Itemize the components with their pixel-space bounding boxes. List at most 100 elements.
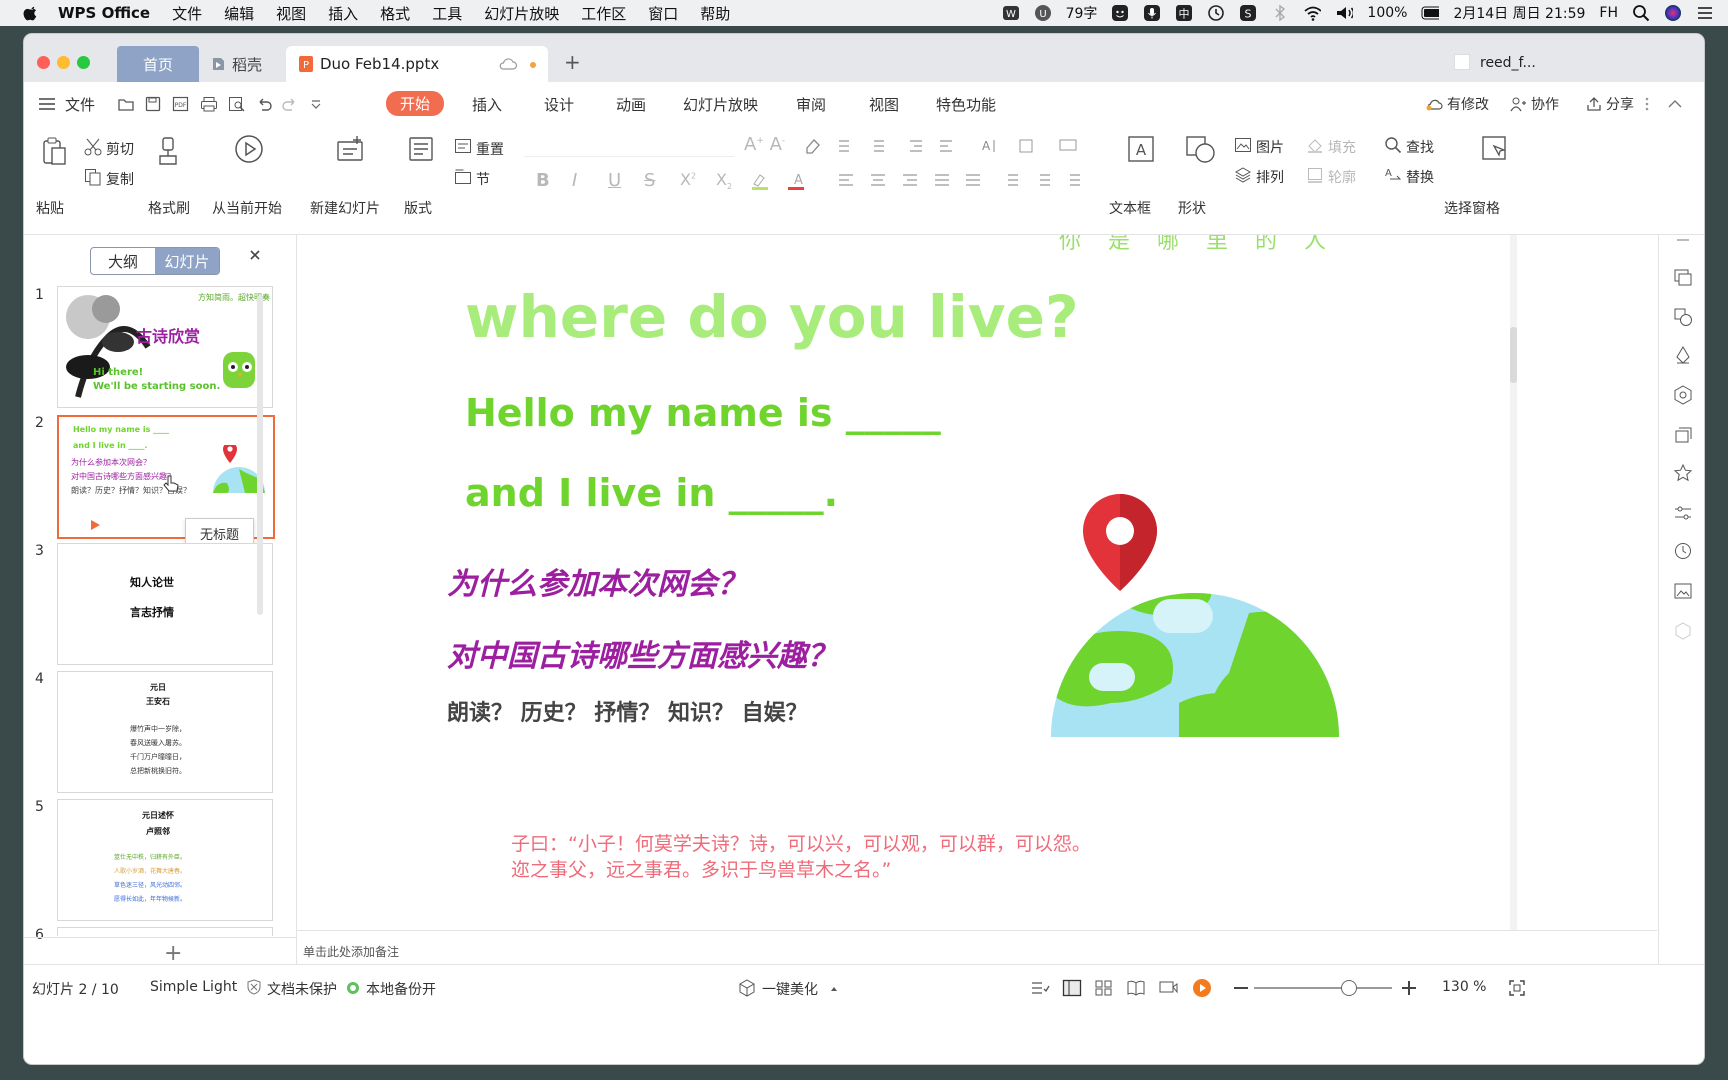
menu-workspace[interactable]: 工作区 (581, 3, 626, 24)
globe-map-pin-image[interactable] (1049, 493, 1341, 743)
slide-line-name[interactable]: Hello my name is _____ (465, 391, 941, 435)
selection-pane-button[interactable]: 选择窗格 (1444, 198, 1500, 218)
reset-icon[interactable] (454, 138, 472, 154)
presenter-view-icon[interactable] (1158, 979, 1178, 997)
app-menu-wps[interactable]: WPS Office (58, 4, 150, 22)
user-initials[interactable]: FH (1599, 5, 1618, 21)
tab-animation[interactable]: 动画 (616, 94, 646, 115)
selection-pane-icon[interactable] (1480, 134, 1510, 164)
slide-switch-icon[interactable] (1673, 267, 1693, 287)
tab-review[interactable]: 审阅 (796, 94, 826, 115)
list-controls-icon[interactable] (836, 138, 976, 156)
fit-window-icon[interactable] (1508, 979, 1526, 997)
reading-view-icon[interactable] (1126, 979, 1146, 997)
clear-format-icon[interactable] (804, 136, 822, 154)
zoom-window-button[interactable] (77, 56, 90, 69)
theme-name[interactable]: Simple Light (150, 979, 237, 995)
menu-format[interactable]: 格式 (380, 3, 410, 24)
arrange-icon[interactable] (1234, 166, 1252, 184)
section-button[interactable]: 节 (476, 169, 490, 189)
bluetooth-icon[interactable] (1271, 4, 1289, 22)
new-tab-button[interactable]: + (564, 50, 581, 74)
slides-view-tab[interactable]: 幻灯片 (155, 248, 219, 274)
superscript-icon[interactable]: X2 (680, 170, 696, 189)
format-painter-button[interactable]: 格式刷 (148, 198, 190, 218)
tab-start[interactable]: 开始 (386, 91, 445, 116)
text-box-icon[interactable]: A (1126, 134, 1156, 164)
font-name-dropdown[interactable] (524, 136, 734, 157)
side-window-label[interactable]: reed_f... (1480, 55, 1536, 71)
fill-button[interactable]: 填充 (1328, 137, 1356, 157)
text-box-button[interactable]: 文本框 (1109, 198, 1151, 218)
new-slide-icon[interactable] (335, 134, 365, 164)
thumbnail-scrollbar[interactable] (257, 295, 263, 615)
find-button[interactable]: 查找 (1406, 137, 1434, 157)
pen-tool-icon[interactable] (1673, 345, 1693, 365)
wps-tray-icon[interactable]: W (1002, 4, 1020, 22)
siri-icon[interactable] (1664, 4, 1682, 22)
copy-button[interactable]: 复制 (106, 169, 134, 189)
collapse-ribbon-icon[interactable] (1668, 98, 1682, 108)
redo-icon[interactable] (282, 96, 298, 112)
normal-view-icon[interactable] (1062, 979, 1082, 997)
cube-tool-icon[interactable] (1673, 621, 1693, 641)
star-tool-icon[interactable] (1673, 463, 1693, 483)
paragraph-align-icons[interactable] (836, 172, 1086, 190)
u-tray-icon[interactable]: U (1034, 4, 1052, 22)
highlight-icon[interactable] (750, 172, 770, 190)
menu-window[interactable]: 窗口 (648, 3, 678, 24)
modified-cloud-icon[interactable] (1425, 96, 1443, 112)
underline-icon[interactable]: U (608, 170, 621, 191)
notes-area[interactable]: 单击此处添加备注 (297, 930, 1657, 965)
tab-special-features[interactable]: 特色功能 (936, 94, 996, 115)
share-button[interactable]: 分享 (1606, 94, 1634, 114)
apple-icon[interactable] (22, 4, 40, 22)
hamburger-menu-icon[interactable] (38, 96, 56, 112)
animation-tool-icon[interactable] (1673, 385, 1693, 405)
font-color-icon[interactable]: A (786, 172, 806, 190)
layout-icon[interactable] (407, 134, 435, 164)
scissors-icon[interactable] (84, 138, 102, 156)
beautify-icon[interactable] (738, 979, 756, 997)
open-folder-icon[interactable] (118, 96, 134, 112)
datetime[interactable]: 2月14日 周日 21:59 (1453, 3, 1585, 23)
menu-help[interactable]: 帮助 (700, 3, 730, 24)
new-slide-button[interactable]: 新建幻灯片 (310, 198, 380, 218)
layout-button[interactable]: 版式 (404, 198, 432, 218)
collaborate-button[interactable]: 协作 (1531, 94, 1559, 114)
slide-question-2[interactable]: 对中国古诗哪些方面感兴趣？ (447, 631, 837, 675)
settings-sliders-icon[interactable] (1673, 503, 1693, 523)
bold-icon[interactable]: B (536, 170, 550, 191)
reset-button[interactable]: 重置 (476, 139, 504, 159)
microphone-icon[interactable] (1143, 4, 1161, 22)
slide-thumbnail-6[interactable] (57, 927, 273, 936)
strikethrough-icon[interactable]: S (644, 170, 655, 191)
beautify-button[interactable]: 一键美化 (762, 979, 818, 999)
menu-file[interactable]: 文件 (172, 3, 202, 24)
print-icon[interactable] (200, 96, 218, 112)
slide-line-live[interactable]: and I live in _____. (465, 471, 838, 515)
cloud-icon[interactable] (498, 57, 518, 71)
replace-icon[interactable]: A (1384, 166, 1402, 184)
tab-view[interactable]: 视图 (869, 94, 899, 115)
collaborate-icon[interactable] (1509, 96, 1527, 112)
print-preview-icon[interactable] (228, 96, 246, 112)
notes-view-icon[interactable] (1030, 979, 1050, 997)
outline-button[interactable]: 轮廓 (1328, 167, 1356, 187)
add-slide-button[interactable]: + (164, 941, 182, 966)
tab-document[interactable]: P Duo Feb14.pptx (286, 46, 548, 82)
slide-quote-line1[interactable]: 子曰：“小子！何莫学夫诗？诗，可以兴，可以观，可以群，可以怨。 (511, 829, 1091, 856)
menu-tools[interactable]: 工具 (432, 3, 462, 24)
subscript-icon[interactable]: X2 (716, 170, 732, 191)
undo-icon[interactable] (256, 96, 272, 112)
share-icon[interactable] (1586, 96, 1602, 112)
arrange-button[interactable]: 排列 (1256, 167, 1284, 187)
spotlight-icon[interactable] (1632, 4, 1650, 22)
play-slideshow-icon[interactable] (1192, 978, 1212, 998)
close-window-button[interactable] (37, 56, 50, 69)
s-app-icon[interactable]: S (1239, 4, 1257, 22)
file-menu-button[interactable]: 文件 (65, 94, 95, 115)
fill-icon[interactable] (1306, 136, 1324, 154)
zoom-slider[interactable] (1254, 980, 1392, 996)
play-from-current-icon[interactable] (234, 134, 264, 164)
